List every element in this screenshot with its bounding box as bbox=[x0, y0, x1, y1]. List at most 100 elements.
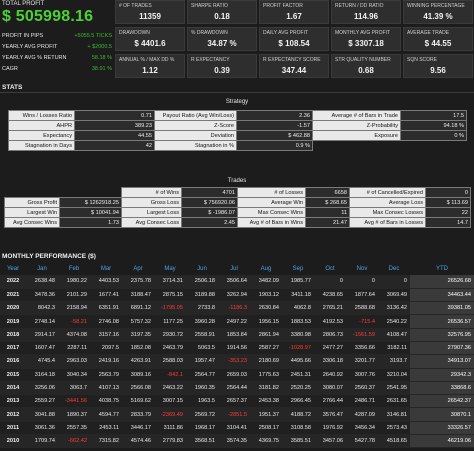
month-cell: 2963.03 bbox=[58, 354, 90, 369]
summary-panel: TOTAL PROFIT $ 505998.16 PROFIT IN PIPS … bbox=[0, 0, 474, 82]
card-label: SHARPE RATIO bbox=[191, 3, 228, 9]
card-sqn-score: SQN SCORE 9.56 bbox=[403, 54, 473, 78]
cagr-label: CAGR bbox=[2, 66, 18, 72]
trades-row: Avg Consec Wins 1.73 Avg Consec Loss 2.45 Av… bbox=[4, 217, 471, 228]
monthly-row: 2014 3256.06 3063.7 4107.13 2566.08 2463.22 19… bbox=[0, 381, 474, 396]
stat-value: 42 bbox=[74, 140, 155, 151]
card-value: $ 108.54 bbox=[278, 39, 310, 48]
month-cell: 1956.15 bbox=[250, 314, 282, 329]
month-cell: 0 bbox=[314, 275, 346, 289]
month-cell: 6891.12 bbox=[122, 301, 154, 316]
month-cell: 7315.82 bbox=[90, 434, 122, 449]
month-cell: -1795.05 bbox=[154, 301, 186, 316]
month-cell: 2180.69 bbox=[250, 354, 282, 369]
monthly-header-aug: Aug bbox=[250, 262, 282, 275]
month-cell: 3108.58 bbox=[282, 421, 314, 436]
month-cell: 3157.16 bbox=[90, 328, 122, 342]
total-profit-block: TOTAL PROFIT $ 505998.16 PROFIT IN PIPS … bbox=[0, 0, 114, 82]
card-label: R EXPECTANCY SCORE bbox=[263, 57, 321, 63]
stat-value: $ 10041.94 bbox=[59, 207, 122, 218]
month-cell: 2914.17 bbox=[26, 328, 58, 342]
stat-label: Stagnation in % bbox=[154, 140, 237, 151]
month-cell: 1852.08 bbox=[122, 341, 154, 356]
month-cell: 3182.11 bbox=[378, 341, 410, 356]
section-divider bbox=[0, 92, 474, 93]
month-cell: 6351.91 bbox=[90, 301, 122, 316]
monthly-header-mar: Mar bbox=[90, 262, 122, 275]
monthly-row: 2017 1607.47 2287.11 2097.5 1852.08 2463.79 50… bbox=[0, 341, 474, 356]
month-cell: 4403.53 bbox=[90, 275, 122, 289]
card-percent-drawdown: % DRAWDOWN 34.87 % bbox=[187, 27, 257, 51]
stat-value: $ 462.88 bbox=[236, 130, 313, 141]
month-cell: 1709.74 bbox=[26, 434, 58, 449]
month-cell: 2779.83 bbox=[154, 434, 186, 449]
trades-title: Trades bbox=[227, 178, 247, 184]
stat-label: Gross Profit bbox=[4, 197, 60, 208]
card-sharpe-ratio: SHARPE RATIO 0.18 bbox=[187, 0, 257, 24]
month-cell: 1677.41 bbox=[90, 288, 122, 303]
card-label: SQN SCORE bbox=[407, 57, 438, 63]
stat-value: 14.7 bbox=[425, 217, 471, 228]
ytd-cell: 46219.06 bbox=[410, 434, 474, 449]
card-label: AVERAGE TRADE bbox=[407, 30, 450, 36]
stat-label: Max Consec Losses bbox=[349, 207, 426, 218]
month-cell: 3714.31 bbox=[154, 275, 186, 289]
month-cell: 3568.51 bbox=[186, 434, 218, 449]
month-cell: 3457.06 bbox=[314, 434, 346, 449]
month-cell: 2453.38 bbox=[250, 394, 282, 409]
metric-cards: # OF TRADES 11359 SHARPE RATIO 0.18 PROFIT… bbox=[115, 0, 474, 81]
stat-value: 0.9 % bbox=[236, 140, 313, 151]
month-cell: 3585.51 bbox=[282, 434, 314, 449]
month-cell: 3193.7 bbox=[378, 354, 410, 369]
month-cell: 2453.11 bbox=[90, 421, 122, 436]
month-cell: 2733.8 bbox=[186, 301, 218, 316]
month-cell: 1903.12 bbox=[250, 288, 282, 303]
trades-row: Gross Profit $ 1262918.25 Gross Loss $ 7569… bbox=[4, 197, 471, 208]
month-cell: -3441.56 bbox=[58, 394, 90, 409]
month-cell: 3104.41 bbox=[218, 421, 250, 436]
monthly-row: 2011 3061.36 2557.35 2453.11 3446.17 3111.86 1… bbox=[0, 421, 474, 436]
year-cell: 2011 bbox=[0, 421, 26, 436]
ytd-cell: 33868.6 bbox=[410, 381, 474, 396]
month-cell: 2659.03 bbox=[218, 368, 250, 382]
stat-label bbox=[312, 140, 401, 151]
month-cell: 1177.25 bbox=[154, 314, 186, 329]
stat-value: 94.18 % bbox=[400, 120, 467, 131]
month-cell: 2558.91 bbox=[186, 328, 218, 342]
month-cell: 2640.92 bbox=[314, 368, 346, 382]
month-cell: 3069.49 bbox=[378, 288, 410, 303]
monthly-header-jul: Jul bbox=[218, 262, 250, 275]
month-cell: 3456.34 bbox=[346, 421, 378, 436]
metric-cards-row-1: # OF TRADES 11359 SHARPE RATIO 0.18 PROFIT… bbox=[115, 0, 474, 24]
month-cell: -1561.59 bbox=[346, 328, 378, 342]
month-cell: -1186.3 bbox=[218, 301, 250, 316]
monthly-performance-title: MONTHLY PERFORMANCE ($) bbox=[2, 253, 96, 260]
card-label: R EXPECTANCY bbox=[191, 57, 230, 63]
card-drawdown: DRAWDOWN $ 4401.6 bbox=[115, 27, 185, 51]
stat-label: Payout Ratio (Avg Win/Loss) bbox=[154, 110, 237, 121]
month-cell: 2566.08 bbox=[122, 381, 154, 396]
strategy-row: Stagnation in Days 42 Stagnation in % 0.9 % bbox=[8, 140, 467, 151]
year-cell: 2018 bbox=[0, 328, 26, 342]
month-cell: 5427.78 bbox=[346, 434, 378, 449]
month-cell: 2833.79 bbox=[122, 407, 154, 422]
card-return-dd-ratio: RETURN / DD RATIO 114.96 bbox=[331, 0, 401, 24]
strategy-row: AHPR 389.23 Z-Score -1.57 Z-Probability 94.18… bbox=[8, 120, 467, 131]
month-cell: 1877.64 bbox=[346, 288, 378, 303]
year-cell: 2012 bbox=[0, 407, 26, 422]
stat-label: Expectancy bbox=[8, 130, 75, 141]
month-cell: 5757.32 bbox=[122, 314, 154, 329]
card-annual-max-dd: ANNUAL % / MAX DD % 1.12 bbox=[115, 54, 185, 78]
monthly-row: 2019 2748.14 -58.21 2746.08 5757.32 1177.25 39… bbox=[0, 314, 474, 329]
cagr-value: 38.91 % bbox=[91, 66, 112, 72]
month-cell: 3111.86 bbox=[154, 421, 186, 436]
stat-label: Stagnation in Days bbox=[8, 140, 75, 151]
month-cell: 3189.88 bbox=[186, 288, 218, 303]
ytd-cell: 29342.3 bbox=[410, 368, 474, 382]
month-cell: 4369.75 bbox=[250, 434, 282, 449]
stat-label: Largest Loss bbox=[121, 207, 182, 218]
monthly-header-year: Year bbox=[0, 262, 26, 275]
card-label: STR QUALITY NUMBER bbox=[335, 57, 391, 63]
trades-row: # of Wins 4701 # of Losses 6658 # of Cancell… bbox=[4, 187, 471, 198]
month-cell: 2557.35 bbox=[58, 421, 90, 436]
